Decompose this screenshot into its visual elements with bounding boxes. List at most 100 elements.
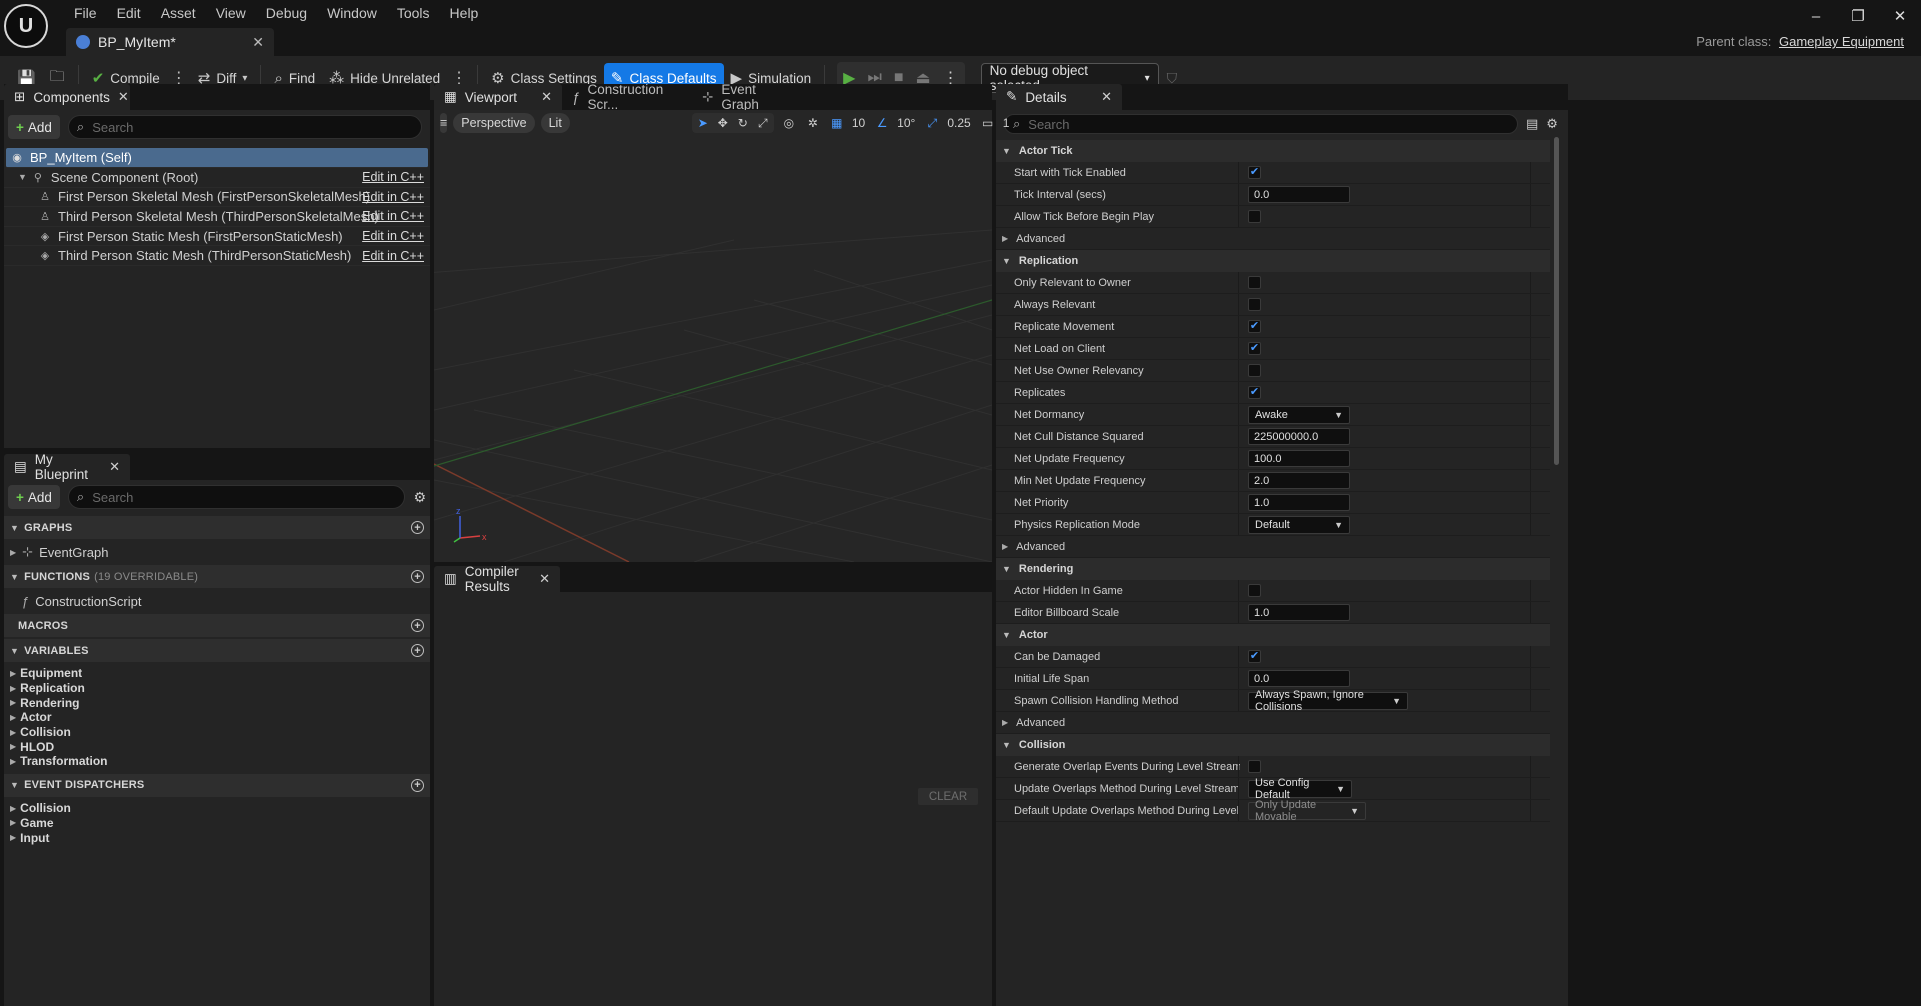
- my-blueprint-search-input[interactable]: ⌕ Search: [67, 485, 406, 509]
- scale-snap-value[interactable]: 0.25: [947, 116, 970, 130]
- list-item[interactable]: ▶ Rendering: [4, 695, 430, 710]
- category-actor-tick[interactable]: ▼ Actor Tick: [996, 140, 1550, 162]
- number-field[interactable]: 0.0: [1248, 186, 1350, 203]
- dropdown[interactable]: Awake ▼: [1248, 405, 1350, 424]
- menu-edit[interactable]: Edit: [107, 2, 151, 24]
- checkbox[interactable]: ✔: [1248, 320, 1261, 333]
- number-field[interactable]: 1.0: [1248, 494, 1350, 511]
- checkbox[interactable]: ✔: [1248, 166, 1261, 179]
- move-icon[interactable]: ✥: [714, 113, 732, 133]
- rotation-snap-value[interactable]: 10°: [897, 116, 915, 130]
- close-icon[interactable]: ✕: [541, 89, 552, 105]
- tree-row-tp-skeletal[interactable]: ♙ Third Person Skeletal Mesh (ThirdPerso…: [4, 207, 430, 227]
- close-icon[interactable]: ✕: [539, 571, 550, 587]
- tab-components[interactable]: ⊞ Components ✕: [4, 84, 130, 110]
- dropdown[interactable]: Only Update Movable ▼: [1248, 799, 1366, 823]
- close-window-button[interactable]: ✕: [1879, 0, 1921, 32]
- add-graph-icon[interactable]: +: [411, 521, 424, 534]
- close-tab-icon[interactable]: ✕: [252, 34, 264, 51]
- checkbox[interactable]: ✔: [1248, 386, 1261, 399]
- scale-snap-icon[interactable]: ⤢: [923, 113, 941, 133]
- gear-icon[interactable]: ⚙: [413, 489, 426, 506]
- tree-row-tp-static[interactable]: ◈ Third Person Static Mesh (ThirdPersonS…: [4, 246, 430, 266]
- checkbox[interactable]: [1248, 298, 1261, 311]
- edit-in-cpp-link[interactable]: Edit in C++: [362, 249, 424, 263]
- advanced-expander[interactable]: ▶ Advanced: [996, 228, 1550, 250]
- add-dispatcher-icon[interactable]: +: [411, 778, 424, 792]
- viewport-menu-button[interactable]: ≡: [440, 113, 448, 133]
- tab-construction-script[interactable]: ƒ Construction Scr...: [562, 82, 692, 112]
- add-variable-icon[interactable]: +: [411, 644, 424, 657]
- close-icon[interactable]: ✕: [1101, 89, 1112, 105]
- grid-snap-icon[interactable]: ▦: [828, 113, 846, 133]
- list-item[interactable]: ▶ Actor: [4, 710, 430, 725]
- details-scrollbar[interactable]: [1554, 137, 1559, 465]
- scale-icon[interactable]: ⤢: [754, 113, 772, 133]
- table-view-icon[interactable]: ▤: [1526, 116, 1538, 132]
- tab-details[interactable]: ✎ Details ✕: [996, 84, 1122, 110]
- checkbox[interactable]: [1248, 584, 1261, 597]
- tree-row-fp-static[interactable]: ◈ First Person Static Mesh (FirstPersonS…: [4, 227, 430, 247]
- tab-compiler-results[interactable]: ▥ Compiler Results ✕: [434, 564, 560, 594]
- menu-window[interactable]: Window: [317, 2, 387, 24]
- category-actor[interactable]: ▼ Actor: [996, 624, 1550, 646]
- list-item-constructionscript[interactable]: ƒ ConstructionScript: [4, 590, 430, 612]
- add-component-button[interactable]: + Add: [8, 115, 60, 139]
- tree-row-scene-root[interactable]: ▼ ⚲ Scene Component (Root) Edit in C++: [4, 168, 430, 188]
- number-field[interactable]: 1.0: [1248, 604, 1350, 621]
- checkbox[interactable]: [1248, 760, 1261, 773]
- list-item-eventgraph[interactable]: ▶ ⊹ EventGraph: [4, 541, 430, 563]
- perspective-button[interactable]: Perspective: [453, 113, 535, 133]
- expand-icon[interactable]: ▶: [10, 548, 16, 557]
- gear-icon[interactable]: ⚙: [1546, 116, 1558, 132]
- tab-viewport[interactable]: ▦ Viewport ✕: [434, 84, 562, 110]
- checkbox[interactable]: ✔: [1248, 650, 1261, 663]
- number-field[interactable]: 100.0: [1248, 450, 1350, 467]
- category-rendering[interactable]: ▼ Rendering: [996, 558, 1550, 580]
- grid-snap-value[interactable]: 10: [852, 116, 865, 130]
- document-tab[interactable]: BP_MyItem* ✕: [66, 28, 274, 56]
- checkbox[interactable]: [1248, 276, 1261, 289]
- advanced-expander[interactable]: ▶ Advanced: [996, 712, 1550, 734]
- minimize-button[interactable]: –: [1795, 0, 1837, 32]
- tree-row-self[interactable]: ◉ BP_MyItem (Self): [6, 148, 428, 168]
- edit-in-cpp-link[interactable]: Edit in C++: [362, 229, 424, 243]
- category-replication[interactable]: ▼ Replication: [996, 250, 1550, 272]
- checkbox[interactable]: ✔: [1248, 342, 1261, 355]
- add-function-icon[interactable]: +: [411, 570, 424, 583]
- list-item[interactable]: ▶ Replication: [4, 681, 430, 696]
- number-field[interactable]: 2.0: [1248, 472, 1350, 489]
- section-macros[interactable]: MACROS +: [4, 614, 430, 637]
- edit-in-cpp-link[interactable]: Edit in C++: [362, 170, 424, 184]
- close-icon[interactable]: ✕: [118, 89, 129, 105]
- viewport-canvas[interactable]: x z: [434, 110, 992, 562]
- unreal-logo-icon[interactable]: U: [4, 4, 48, 48]
- collapse-icon[interactable]: ▼: [18, 172, 27, 182]
- list-item[interactable]: ▶ Transformation: [4, 754, 430, 769]
- add-member-button[interactable]: + Add: [8, 485, 60, 509]
- menu-file[interactable]: File: [64, 2, 107, 24]
- tree-row-fp-skeletal[interactable]: ♙ First Person Skeletal Mesh (FirstPerso…: [4, 188, 430, 208]
- checkbox[interactable]: [1248, 364, 1261, 377]
- restore-button[interactable]: ❐: [1837, 0, 1879, 32]
- list-item[interactable]: ▶ HLOD: [4, 739, 430, 754]
- details-search-input[interactable]: ⌕ Search: [1004, 114, 1518, 134]
- camera-speed-value[interactable]: 1: [1003, 116, 1010, 130]
- select-icon[interactable]: ➤: [694, 113, 712, 133]
- menu-tools[interactable]: Tools: [387, 2, 440, 24]
- dropdown[interactable]: Use Config Default ▼: [1248, 777, 1352, 801]
- section-variables[interactable]: ▼ VARIABLES +: [4, 639, 430, 662]
- menu-help[interactable]: Help: [440, 2, 489, 24]
- advanced-expander[interactable]: ▶ Advanced: [996, 536, 1550, 558]
- world-local-icon[interactable]: ◎: [780, 113, 798, 133]
- checkbox[interactable]: [1248, 210, 1261, 223]
- list-item[interactable]: ▶ Input: [4, 830, 430, 845]
- add-macro-icon[interactable]: +: [411, 619, 424, 632]
- dropdown[interactable]: Always Spawn, Ignore Collisions ▼: [1248, 689, 1408, 713]
- list-item[interactable]: ▶ Equipment: [4, 666, 430, 681]
- tab-event-graph[interactable]: ⊹ Event Graph: [692, 82, 802, 112]
- lit-button[interactable]: Lit: [540, 113, 570, 133]
- camera-speed-icon[interactable]: ▭: [979, 113, 997, 133]
- section-event-dispatchers[interactable]: ▼ EVENT DISPATCHERS +: [4, 773, 430, 797]
- number-field[interactable]: 225000000.0: [1248, 428, 1350, 445]
